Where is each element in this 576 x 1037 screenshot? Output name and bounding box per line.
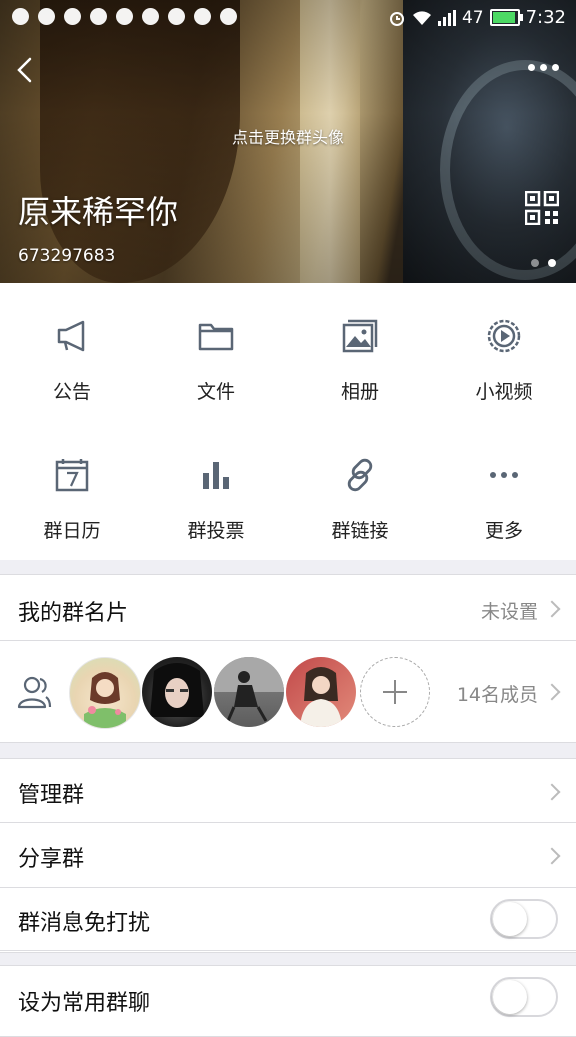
weibo-icon <box>90 8 107 25</box>
avatar[interactable] <box>142 657 212 727</box>
feature-label: 公告 <box>52 381 91 403</box>
heart-icon <box>194 8 211 25</box>
manage-group-row[interactable]: 管理群 <box>0 758 576 823</box>
avatar[interactable] <box>286 657 356 727</box>
feature-files[interactable]: 文件 <box>144 283 288 421</box>
toggle-knob <box>493 902 527 936</box>
battery-level <box>492 12 516 23</box>
feature-more[interactable]: 更多 <box>432 422 576 560</box>
group-name: 原来稀罕你 <box>18 193 179 231</box>
favorite-group-row: 设为常用群聊 <box>0 965 576 1037</box>
chevron-right-icon <box>543 683 561 701</box>
chevron-right-icon <box>543 847 561 865</box>
avatar-illustration <box>84 672 126 728</box>
calendar-icon <box>55 459 89 492</box>
feature-label: 小视频 <box>475 381 533 403</box>
cell-signal-icon <box>437 9 456 26</box>
signal-text: 47 <box>461 7 484 28</box>
mute-notifications-label: 群消息免打扰 <box>18 911 151 936</box>
app-notification-icon <box>64 8 81 25</box>
photo-album-icon <box>342 319 378 353</box>
avatar-illustration <box>150 663 204 717</box>
wechat-icon <box>12 8 29 25</box>
feature-calendar[interactable]: 群日历 <box>0 422 144 560</box>
wifi-icon <box>412 10 431 25</box>
avatar[interactable] <box>214 657 284 727</box>
video-icon <box>487 319 521 353</box>
share-group-label: 分享群 <box>18 847 85 872</box>
app-notification-icon <box>116 8 133 25</box>
cover-page-indicator <box>531 259 556 267</box>
my-group-card-row[interactable]: 我的群名片 未设置 <box>0 574 576 640</box>
megaphone-icon <box>57 320 85 352</box>
status-bar: 47 7:32 <box>0 0 576 34</box>
feature-vote[interactable]: 群投票 <box>144 422 288 560</box>
page-dot <box>531 259 539 267</box>
clock: 7:32 <box>525 7 566 28</box>
more-options-icon[interactable] <box>528 64 559 71</box>
notification-icons <box>12 8 237 25</box>
favorite-group-label: 设为常用群聊 <box>18 991 151 1016</box>
feature-announcement[interactable]: 公告 <box>0 283 144 421</box>
avatar-illustration <box>214 657 284 722</box>
back-arrow-icon[interactable] <box>12 55 42 85</box>
upload-icon <box>38 8 55 25</box>
feature-label: 相册 <box>340 381 379 403</box>
my-group-card-value: 未设置 <box>480 601 538 623</box>
feature-label: 群投票 <box>187 520 245 542</box>
add-member-button[interactable] <box>360 657 430 727</box>
bar-chart-icon <box>203 462 229 489</box>
avatar[interactable] <box>69 657 141 729</box>
chat-icon <box>142 8 159 25</box>
more-notifications-icon <box>220 8 237 25</box>
more-icon <box>490 472 518 478</box>
favorite-group-toggle[interactable] <box>490 977 558 1017</box>
sync-icon <box>168 8 185 25</box>
avatar-illustration <box>300 667 342 727</box>
page-dot-active <box>548 259 556 267</box>
manage-group-label: 管理群 <box>18 783 85 808</box>
alarm-icon <box>389 11 404 26</box>
change-avatar-hint[interactable]: 点击更换群头像 <box>0 124 576 148</box>
battery-icon <box>489 9 523 26</box>
link-icon <box>347 458 373 492</box>
group-id: 673297683 <box>18 246 116 266</box>
mute-notifications-toggle[interactable] <box>490 899 558 939</box>
feature-label: 文件 <box>196 381 235 403</box>
members-icon <box>17 676 52 709</box>
feature-short-video[interactable]: 小视频 <box>432 283 576 421</box>
feature-label: 群日历 <box>43 520 101 542</box>
feature-label: 群链接 <box>331 520 389 542</box>
feature-link[interactable]: 群链接 <box>288 422 432 560</box>
folder-icon <box>198 323 234 351</box>
feature-album[interactable]: 相册 <box>288 283 432 421</box>
member-count: 14名成员 <box>456 684 538 706</box>
toggle-knob <box>493 980 527 1014</box>
chevron-right-icon <box>543 600 561 618</box>
qr-code-icon[interactable] <box>525 191 559 225</box>
chevron-right-icon <box>543 783 561 801</box>
feature-grid: 公告 文件 相册 小视频 群日历 群投票 群链接 更多 <box>0 283 576 560</box>
feature-label: 更多 <box>484 520 523 542</box>
share-group-row[interactable]: 分享群 <box>0 823 576 887</box>
my-group-card-title: 我的群名片 <box>18 601 129 626</box>
mute-notifications-row: 群消息免打扰 <box>0 888 576 951</box>
